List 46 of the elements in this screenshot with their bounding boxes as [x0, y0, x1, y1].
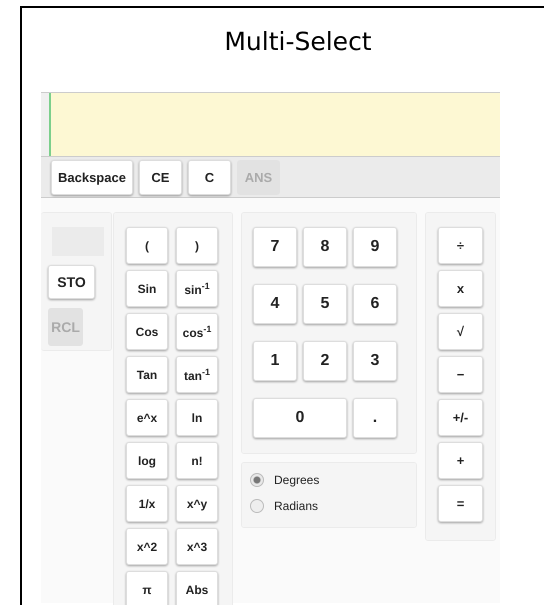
key[interactable]: −	[438, 356, 483, 393]
key[interactable]: Tan	[126, 356, 168, 393]
key[interactable]: +/-	[438, 399, 483, 436]
key[interactable]: Sin	[126, 270, 168, 307]
key[interactable]: 4	[253, 284, 297, 324]
key[interactable]: )	[176, 227, 218, 264]
key[interactable]: Cos	[126, 313, 168, 350]
key[interactable]: STO	[48, 265, 95, 299]
key[interactable]: Backspace	[51, 160, 133, 194]
key[interactable]: sin$^{-1}$	[176, 270, 218, 307]
key[interactable]: 0	[253, 398, 347, 438]
key[interactable]: x^3	[176, 528, 218, 565]
key[interactable]: 5	[303, 284, 347, 324]
display-field[interactable]	[41, 93, 500, 156]
key[interactable]: 6	[353, 284, 397, 324]
key[interactable]: CE	[138, 160, 182, 194]
key[interactable]: 1	[253, 341, 297, 381]
key[interactable]: x	[438, 270, 483, 307]
key[interactable]: 7	[253, 227, 297, 267]
radio-label: Degrees	[274, 473, 320, 487]
key[interactable]: tan$^{-1}$	[176, 356, 218, 393]
radio-button[interactable]	[250, 499, 264, 513]
key[interactable]: e^x	[126, 399, 168, 436]
key[interactable]: (	[126, 227, 168, 264]
key[interactable]: log	[126, 442, 168, 479]
radio-label: Radians	[274, 499, 318, 513]
key[interactable]: π	[126, 571, 168, 605]
key[interactable]: 3	[353, 341, 397, 381]
key[interactable]: x^y	[176, 485, 218, 522]
key[interactable]: .	[353, 398, 397, 438]
key[interactable]: 2	[303, 341, 347, 381]
key[interactable]: n!	[176, 442, 218, 479]
key[interactable]: 9	[353, 227, 397, 267]
key[interactable]: x^2	[126, 528, 168, 565]
radio-button[interactable]	[250, 473, 264, 487]
page-title: Multi-Select	[223, 26, 372, 58]
key[interactable]: 8	[303, 227, 347, 267]
key[interactable]: Abs	[176, 571, 218, 605]
key[interactable]: cos$^{-1}$	[176, 313, 218, 350]
key[interactable]: √	[438, 313, 483, 350]
key[interactable]: C	[188, 160, 231, 194]
key[interactable]: ln	[176, 399, 218, 436]
key[interactable]: +	[438, 442, 483, 479]
key[interactable]: =	[438, 485, 483, 522]
key[interactable]: 1/x	[126, 485, 168, 522]
key[interactable]: ÷	[438, 227, 483, 264]
